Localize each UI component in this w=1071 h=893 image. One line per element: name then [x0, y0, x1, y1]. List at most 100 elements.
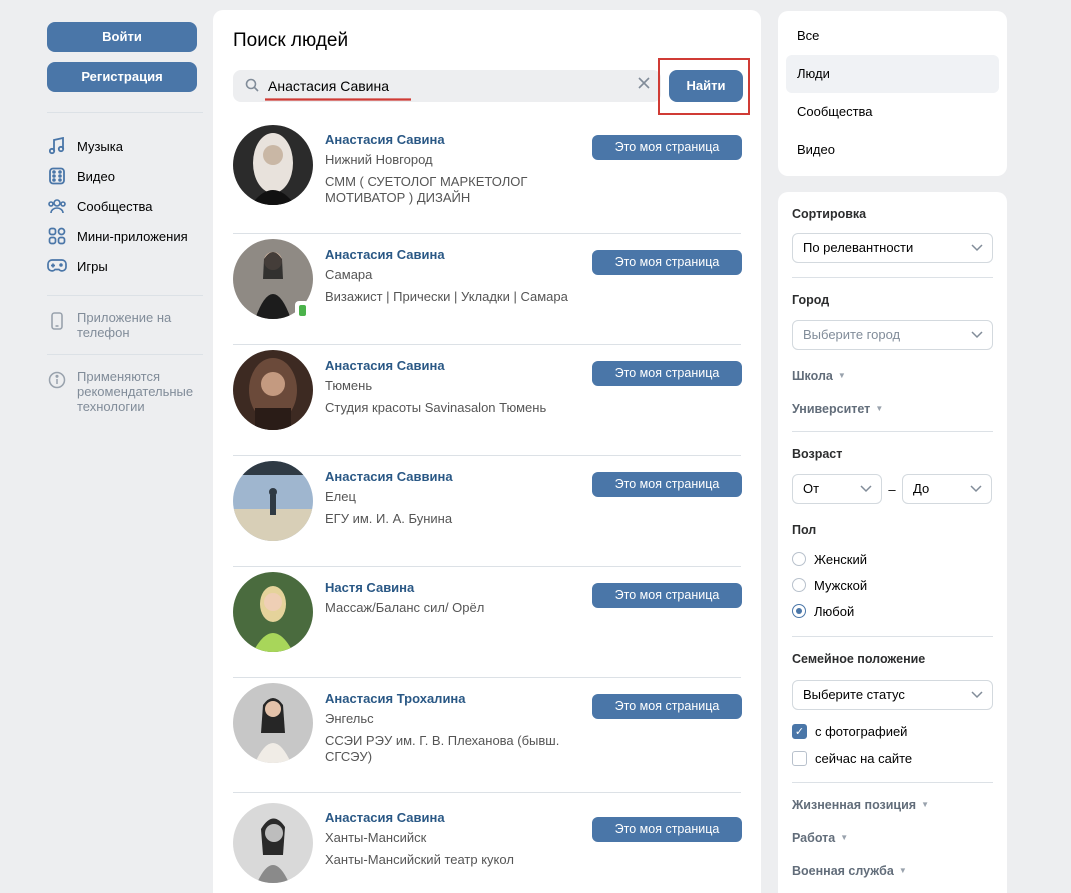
life-position-toggle[interactable]: Жизненная позиция ▼: [792, 797, 993, 813]
military-label: Военная служба: [792, 864, 894, 878]
sidebar-item-label: Приложение на телефон: [77, 310, 172, 340]
annotation-underline: [265, 98, 411, 101]
chevron-down-icon: [860, 475, 872, 513]
city-select[interactable]: Выберите город: [792, 320, 993, 350]
my-page-button[interactable]: Это моя страница: [592, 817, 742, 842]
login-button[interactable]: Войти: [47, 22, 197, 52]
result-occupation: Студия красоты Savinasalon Тюмень: [325, 400, 547, 415]
games-icon: [47, 256, 67, 276]
work-toggle[interactable]: Работа ▼: [792, 830, 993, 846]
checkmark-icon: ✓: [792, 724, 807, 739]
result-name[interactable]: Анастасия Савина: [325, 131, 585, 148]
sidebar-item-phone-app[interactable]: Приложение на телефон: [47, 310, 203, 340]
tab-people[interactable]: Люди: [786, 55, 999, 93]
sidebar-item-games[interactable]: Игры: [47, 251, 203, 281]
sidebar-item-video[interactable]: Видео: [47, 161, 203, 191]
music-icon: [47, 136, 67, 156]
family-select[interactable]: Выберите статус: [792, 680, 993, 710]
sidebar-item-communities[interactable]: Сообщества: [47, 191, 203, 221]
result-occupation: Визажист | Прически | Укладки | Самара: [325, 289, 568, 304]
mini-apps-icon: [47, 226, 67, 246]
result-name[interactable]: Настя Савина: [325, 579, 585, 596]
tab-video[interactable]: Видео: [786, 131, 999, 169]
sidebar-item-label: Применяются рекомендательные технологии: [77, 369, 194, 414]
university-toggle[interactable]: Университет ▼: [792, 401, 993, 417]
age-to-select[interactable]: До: [902, 474, 992, 504]
gender-any-radio[interactable]: Любой: [792, 598, 993, 624]
radio-label: Женский: [814, 551, 867, 567]
sidebar-item-label: Игры: [77, 258, 108, 274]
my-page-button[interactable]: Это моя страница: [592, 250, 742, 275]
result-city: Ханты-Мансийск: [325, 830, 427, 845]
avatar[interactable]: [233, 461, 313, 541]
avatar[interactable]: [233, 803, 313, 883]
gender-male-radio[interactable]: Мужской: [792, 572, 993, 598]
result-info: Анастасия Савина Самара Визажист | Приче…: [325, 246, 585, 305]
clear-icon[interactable]: [637, 76, 651, 95]
my-page-button[interactable]: Это моя страница: [592, 583, 742, 608]
result-name[interactable]: Анастасия Трохалина: [325, 690, 585, 707]
avatar[interactable]: [233, 125, 313, 205]
chevron-down-icon: [970, 475, 982, 513]
result-name[interactable]: Анастасия Саввина: [325, 468, 585, 485]
caret-down-icon: ▼: [837, 371, 846, 380]
online-now-checkbox[interactable]: сейчас на сайте: [792, 745, 993, 772]
avatar[interactable]: [233, 350, 313, 430]
result-city: Самара: [325, 267, 373, 282]
sidebar-item-recommend[interactable]: Применяются рекомендательные технологии: [47, 369, 203, 414]
my-page-button[interactable]: Это моя страница: [592, 472, 742, 497]
result-name[interactable]: Анастасия Савина: [325, 246, 585, 263]
result-city: Нижний Новгород: [325, 152, 433, 167]
with-photo-checkbox[interactable]: ✓ с фотографией: [792, 718, 993, 745]
sidebar-item-music[interactable]: Музыка: [47, 131, 203, 161]
result-occupation: Ханты-Мансийский театр кукол: [325, 852, 514, 867]
register-button[interactable]: Регистрация: [47, 62, 197, 92]
search-query: Анастасия Савина: [268, 78, 390, 94]
my-page-button[interactable]: Это моя страница: [592, 694, 742, 719]
age-label: Возраст: [792, 447, 843, 461]
result-name[interactable]: Анастасия Савина: [325, 809, 585, 826]
gender-female-radio[interactable]: Женский: [792, 546, 993, 572]
result-occupation: СММ ( СУЕТОЛОГ МАРКЕТОЛОГ МОТИВАТОР ) ДИ…: [325, 174, 528, 205]
tab-communities[interactable]: Сообщества: [786, 93, 999, 131]
gender-label: Пол: [792, 523, 817, 537]
video-icon: [47, 166, 67, 186]
result-info: Анастасия Савина Нижний Новгород СММ ( С…: [325, 131, 585, 206]
sort-label: Сортировка: [792, 207, 867, 221]
left-sidebar: Войти Регистрация Музыка Видео Сообществ…: [47, 22, 203, 414]
military-toggle[interactable]: Военная служба ▼: [792, 863, 993, 879]
city-placeholder: Выберите город: [803, 327, 901, 342]
find-button[interactable]: Найти: [669, 70, 743, 102]
result-city: Елец: [325, 489, 356, 504]
age-from-select[interactable]: От: [792, 474, 882, 504]
sort-select[interactable]: По релевантности: [792, 233, 993, 263]
radio-icon: [792, 578, 806, 592]
result-city: Энгельс: [325, 711, 374, 726]
radio-icon: [792, 552, 806, 566]
tab-all[interactable]: Все: [786, 17, 999, 55]
chevron-down-icon: [971, 321, 983, 359]
avatar[interactable]: [233, 683, 313, 763]
result-city: Тюмень: [325, 378, 373, 393]
checkbox-icon: [792, 751, 807, 766]
checkbox-label: с фотографией: [815, 724, 908, 739]
result-name[interactable]: Анастасия Савина: [325, 357, 585, 374]
result-info: Настя Савина Массаж/Баланс сил/ Орёл: [325, 579, 585, 616]
school-toggle[interactable]: Школа ▼: [792, 368, 993, 384]
my-page-button[interactable]: Это моя страница: [592, 361, 742, 386]
phone-icon: [47, 310, 67, 330]
sidebar-item-label: Мини-приложения: [77, 228, 188, 244]
my-page-button[interactable]: Это моя страница: [592, 135, 742, 160]
result-occupation: ССЭИ РЭУ им. Г. В. Плеханова (бывш. СГСЭ…: [325, 733, 560, 764]
radio-label: Любой: [814, 603, 855, 619]
caret-down-icon: ▼: [921, 800, 930, 809]
divider: [792, 636, 993, 637]
result-row: Анастасия Савина Нижний Новгород СММ ( С…: [233, 123, 742, 234]
checkbox-label: сейчас на сайте: [815, 751, 913, 766]
result-row: Настя Савина Массаж/Баланс сил/ Орёл Это…: [233, 567, 742, 678]
caret-down-icon: ▼: [840, 833, 849, 842]
avatar[interactable]: [233, 572, 313, 652]
sidebar-item-mini-apps[interactable]: Мини-приложения: [47, 221, 203, 251]
age-dash: –: [888, 481, 896, 497]
results-list: Анастасия Савина Нижний Новгород СММ ( С…: [233, 123, 742, 893]
